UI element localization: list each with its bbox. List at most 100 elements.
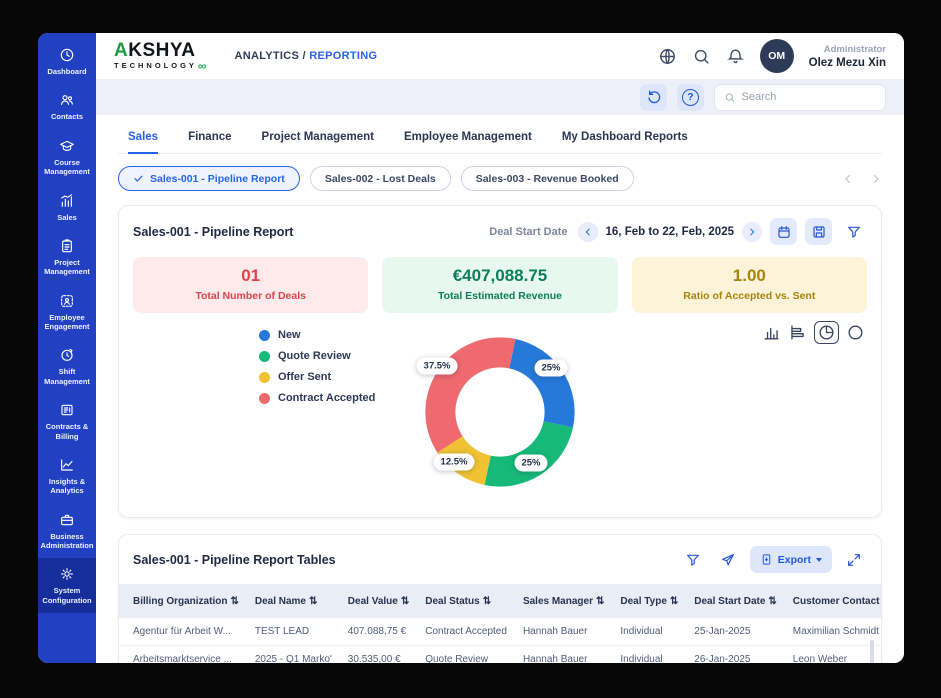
search-icon[interactable]: [692, 47, 711, 66]
send-button[interactable]: [715, 546, 742, 573]
breadcrumb-page[interactable]: REPORTING: [309, 50, 377, 62]
col-sales-manager[interactable]: Sales Manager⇅: [515, 584, 612, 618]
export-button[interactable]: Export: [750, 546, 832, 573]
refresh-icon: [646, 89, 662, 105]
sidebar-item-contracts-billing[interactable]: Contracts & Billing: [38, 394, 96, 449]
filter-icon: [846, 224, 862, 240]
col-deal-start-date[interactable]: Deal Start Date⇅: [686, 584, 785, 618]
chevron-left-icon[interactable]: [842, 173, 854, 185]
slice-label-quote-review: 25%: [514, 455, 547, 472]
kpi-accepted-ratio: 1.00 Ratio of Accepted vs. Sent: [632, 257, 867, 313]
sort-icon[interactable]: ⇅: [230, 596, 238, 607]
sort-icon[interactable]: ⇅: [670, 596, 678, 607]
refresh-button[interactable]: [640, 84, 667, 111]
table-scrollbar[interactable]: [870, 640, 874, 663]
col-customer-contact[interactable]: Customer Contact⇅: [785, 584, 882, 618]
breadcrumb-section: ANALYTICS: [234, 50, 299, 62]
filter-button[interactable]: [840, 218, 867, 245]
tab-finance[interactable]: Finance: [188, 131, 231, 153]
sidebar-item-label: Course Management: [40, 158, 94, 177]
donut-chart-area: New Quote Review Offer Sent Contract Acc…: [133, 321, 867, 503]
donut-chart-icon[interactable]: [846, 323, 865, 342]
slice-new[interactable]: [509, 339, 574, 428]
search-icon: [724, 91, 736, 104]
sort-icon[interactable]: ⇅: [483, 596, 491, 607]
dashboard-icon: [59, 47, 75, 63]
search-box[interactable]: [714, 84, 886, 111]
sidebar-item-label: Business Administration: [40, 532, 94, 551]
calendar-icon: [776, 224, 792, 240]
kpi-row: 01 Total Number of Deals €407,088.75 Tot…: [133, 257, 867, 313]
course-management-icon: [59, 138, 75, 154]
sidebar-item-insights-analytics[interactable]: Insights & Analytics: [38, 449, 96, 504]
globe-icon[interactable]: [658, 47, 677, 66]
sidebar-item-shift-management[interactable]: Shift Management: [38, 339, 96, 394]
sort-icon[interactable]: ⇅: [596, 596, 604, 607]
date-prev-button[interactable]: [578, 222, 598, 242]
project-management-icon: [59, 238, 75, 254]
sidebar-item-sales[interactable]: Sales: [38, 185, 96, 230]
table-header-row: Billing Organization⇅ Deal Name⇅ Deal Va…: [119, 584, 882, 618]
logo-wordmark: AKSHYA: [114, 41, 206, 60]
contracts-billing-icon: [59, 402, 75, 418]
sort-icon[interactable]: ⇅: [401, 596, 409, 607]
paper-plane-icon: [720, 552, 736, 568]
pill-sales-002[interactable]: Sales-002 - Lost Deals: [310, 166, 451, 191]
kpi-total-deals: 01 Total Number of Deals: [133, 257, 368, 313]
table-title: Sales-001 - Pipeline Report Tables: [133, 553, 336, 567]
tab-my-dashboard-reports[interactable]: My Dashboard Reports: [562, 131, 688, 153]
slice-contract-accepted[interactable]: [425, 337, 515, 452]
report-title: Sales-001 - Pipeline Report: [133, 225, 293, 239]
col-deal-type[interactable]: Deal Type⇅: [612, 584, 686, 618]
sort-icon[interactable]: ⇅: [309, 596, 317, 607]
sidebar-item-system-configuration[interactable]: System Configuration: [38, 558, 96, 613]
top-header: AKSHYA TECHNOLOGY∞ ANALYTICS / REPORTING…: [96, 33, 904, 79]
date-next-button[interactable]: [742, 222, 762, 242]
kpi-label: Total Number of Deals: [141, 290, 360, 302]
calendar-button[interactable]: [770, 218, 797, 245]
check-icon: [133, 173, 144, 184]
pie-chart-icon: [817, 323, 836, 342]
pill-sales-001[interactable]: Sales-001 - Pipeline Report: [118, 166, 300, 191]
sidebar-item-employee-engagement[interactable]: Employee Engagement: [38, 285, 96, 340]
pie-chart-selected[interactable]: [814, 321, 839, 344]
col-deal-value[interactable]: Deal Value⇅: [340, 584, 417, 618]
table-row[interactable]: Arbeitsmarktservice ... 2025 - Q1 Marko'…: [119, 646, 882, 664]
page-content: Sales Finance Project Management Employe…: [96, 115, 904, 663]
table-row[interactable]: Agentur für Arbeit W... TEST LEAD 407.08…: [119, 618, 882, 646]
sidebar-item-contacts[interactable]: Contacts: [38, 84, 96, 129]
sidebar-item-business-administration[interactable]: Business Administration: [38, 504, 96, 559]
pill-sales-003[interactable]: Sales-003 - Revenue Booked: [461, 166, 634, 191]
save-button[interactable]: [805, 218, 832, 245]
tab-sales[interactable]: Sales: [128, 131, 158, 154]
col-deal-name[interactable]: Deal Name⇅: [247, 584, 340, 618]
chevron-right-icon[interactable]: [870, 173, 882, 185]
tab-project-management[interactable]: Project Management: [262, 131, 374, 153]
sidebar-item-label: System Configuration: [40, 586, 94, 605]
module-tabs: Sales Finance Project Management Employe…: [118, 123, 882, 154]
sidebar-item-course-management[interactable]: Course Management: [38, 130, 96, 185]
horizontal-bar-chart-icon[interactable]: [788, 323, 807, 342]
bell-icon[interactable]: [726, 47, 745, 66]
expand-button[interactable]: [840, 546, 867, 573]
sort-icon[interactable]: ⇅: [768, 596, 776, 607]
app-window: Dashboard Contacts Course Management Sal…: [38, 33, 904, 663]
help-icon: ?: [682, 89, 699, 106]
col-billing-organization[interactable]: Billing Organization⇅: [119, 584, 247, 618]
help-button[interactable]: ?: [677, 84, 704, 111]
logo-secondary: TECHNOLOGY: [114, 62, 197, 70]
tab-employee-management[interactable]: Employee Management: [404, 131, 532, 153]
breadcrumb-separator: /: [299, 50, 309, 62]
search-input[interactable]: [742, 91, 877, 103]
sidebar-item-dashboard[interactable]: Dashboard: [38, 39, 96, 84]
legend-dot: [259, 393, 270, 404]
slice-label-new: 25%: [534, 360, 567, 377]
bar-chart-icon[interactable]: [762, 323, 781, 342]
sidebar-item-project-management[interactable]: Project Management: [38, 230, 96, 285]
kpi-label: Total Estimated Revenue: [390, 290, 609, 302]
table-filter-button[interactable]: [680, 546, 707, 573]
avatar[interactable]: OM: [760, 39, 794, 73]
date-filter-label: Deal Start Date: [489, 226, 567, 238]
user-role: Administrator: [824, 44, 886, 55]
col-deal-status[interactable]: Deal Status⇅: [417, 584, 515, 618]
